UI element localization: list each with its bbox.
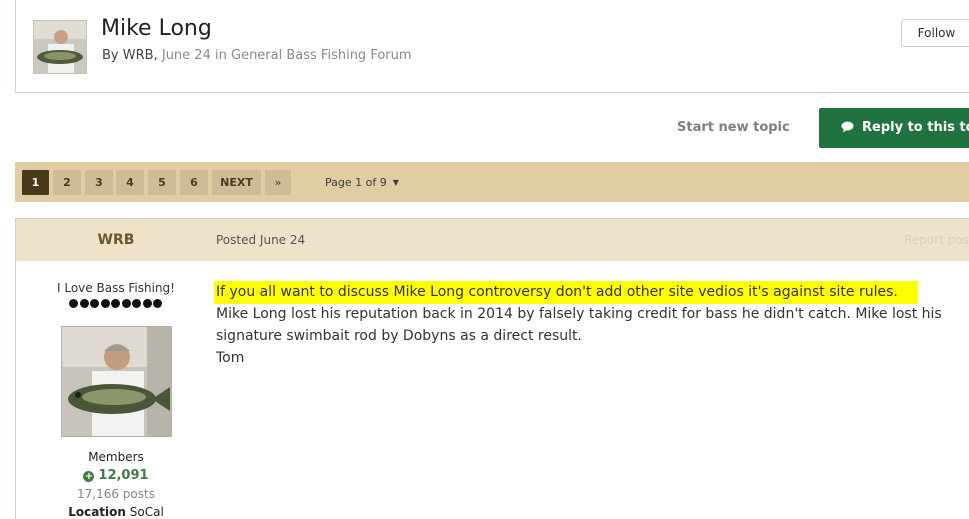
post-line-highlighted: If you all want to discuss Mike Long con… — [214, 281, 969, 304]
author-avatar[interactable] — [61, 326, 172, 437]
reply-button-label: Reply to this to — [862, 120, 969, 135]
rank-pip-icon — [69, 299, 78, 308]
forum-link[interactable]: General Bass Fishing Forum — [231, 48, 412, 63]
location-label: Location — [68, 505, 126, 519]
rank-pip-icon — [79, 299, 89, 308]
page-2[interactable]: 2 — [53, 170, 81, 195]
topic-meta: By WRB, June 24 in General Bass Fishing … — [102, 48, 412, 63]
post-signoff: Tom — [216, 350, 245, 366]
rank-pip-icon — [90, 299, 99, 308]
reputation-value: 12,091 — [98, 468, 149, 483]
start-new-topic-link[interactable]: Start new topic — [677, 120, 790, 135]
rank-pip-icon — [153, 299, 162, 308]
avatar-photo-icon — [34, 21, 86, 73]
author-panel: I Love Bass Fishing! Members + 12,091 17… — [16, 261, 216, 519]
rank-pip-icon — [100, 299, 110, 308]
topic-date: June 24 — [161, 48, 211, 63]
page-jump-label: Page 1 of 9 — [325, 176, 387, 189]
post-paragraph: Mike Long lost his reputation back in 20… — [216, 306, 942, 344]
pagination-bar: 1 2 3 4 5 6 NEXT » Page 1 of 9 ▼ — [15, 162, 969, 202]
post-author-name[interactable]: WRB — [16, 232, 216, 248]
highlighted-text: If you all want to discuss Mike Long con… — [214, 281, 918, 304]
page-6[interactable]: 6 — [180, 170, 208, 195]
page-5[interactable]: 5 — [148, 170, 176, 195]
caret-down-icon: ▼ — [392, 178, 399, 187]
page-4[interactable]: 4 — [116, 170, 144, 195]
next-page-button[interactable]: NEXT — [212, 170, 261, 195]
author-title: I Love Bass Fishing! — [57, 281, 175, 295]
rank-pip-icon — [132, 299, 141, 308]
rank-pip-icon — [111, 299, 120, 308]
rank-pip-icon — [142, 299, 152, 308]
reputation-badge: +12,091 — [16, 468, 216, 483]
location-value: SoCal — [129, 505, 164, 519]
topic-title: Mike Long — [101, 16, 212, 41]
topic-author-avatar[interactable] — [33, 20, 87, 74]
report-post-link[interactable]: Report post — [904, 233, 969, 247]
rank-pip-icon — [121, 299, 131, 308]
by-label: By — [102, 48, 119, 63]
last-page-button[interactable]: » — [265, 170, 291, 195]
member-group: Members — [88, 450, 144, 464]
topic-header: Mike Long By WRB, June 24 in General Bas… — [15, 0, 969, 93]
follow-button[interactable]: Follow — [901, 19, 969, 47]
comment-icon — [841, 110, 854, 148]
in-label: in — [215, 48, 227, 63]
post-content: If you all want to discuss Mike Long con… — [214, 281, 969, 369]
post: WRB Posted June 24 Report post I Love Ba… — [15, 218, 969, 519]
post-count: 17,166 posts — [77, 487, 155, 501]
reply-to-topic-button[interactable]: Reply to this to — [819, 108, 969, 148]
post-header: WRB Posted June 24 Report post — [16, 219, 969, 261]
page-3[interactable]: 3 — [85, 170, 113, 195]
avatar-photo-icon — [62, 327, 171, 436]
plus-circle-icon: + — [83, 471, 95, 482]
rank-pips — [69, 299, 163, 311]
author-location: Location SoCal — [16, 505, 216, 519]
posted-date[interactable]: Posted June 24 — [216, 233, 305, 247]
page-1[interactable]: 1 — [22, 170, 49, 195]
topic-author-link[interactable]: WRB — [123, 48, 154, 63]
page-jump-dropdown[interactable]: Page 1 of 9 ▼ — [325, 176, 399, 189]
